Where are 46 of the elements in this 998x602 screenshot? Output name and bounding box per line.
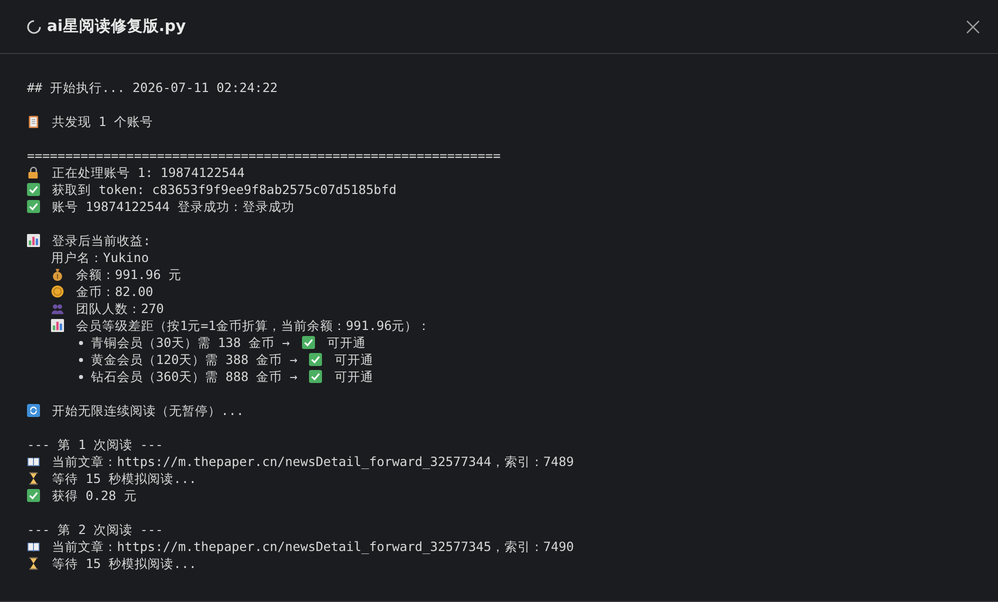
log-text: 会员等级差距（按1元=1金币折算，当前余额：991.96元）： <box>76 317 431 334</box>
padlock-icon <box>27 166 40 179</box>
log-text: ============================================================== <box>27 147 501 164</box>
hourglass-icon <box>27 557 40 570</box>
log-text: 金币：82.00 <box>76 283 154 300</box>
close-icon <box>966 20 980 34</box>
log-text: 登录后当前收益: <box>52 232 151 249</box>
log-text: 青铜会员（30天）需 138 金币 → <box>91 334 290 351</box>
check-icon <box>27 183 40 196</box>
hourglass-icon <box>27 472 40 485</box>
log-text: 当前文章：https://m.thepaper.cn/newsDetail_forward_32577344，索引：7489 <box>52 453 574 470</box>
bullet-dot <box>79 374 83 378</box>
log-text: 可开通 <box>334 368 374 385</box>
coin-icon <box>51 285 64 298</box>
log-text: 团队人数：270 <box>76 300 164 317</box>
log-text: 等待 15 秒模拟阅读... <box>52 555 196 572</box>
log-text: --- 第 2 次阅读 --- <box>27 521 164 538</box>
log-text: 开始无限连续阅读（无暂停）... <box>52 402 244 419</box>
log-text: 用户名：Yukino <box>51 249 149 266</box>
money-bag-icon <box>51 268 64 281</box>
log-text: 黄金会员（120天）需 388 金币 → <box>91 351 298 368</box>
bar-chart-icon <box>51 319 64 332</box>
log-text: 可开通 <box>334 351 374 368</box>
bullet-dot <box>79 358 83 362</box>
check-icon <box>27 200 40 213</box>
log-text: ## 开始执行... 2026-07-11 02:24:22 <box>27 79 278 96</box>
window-title: ai星阅读修复版.py <box>47 16 187 37</box>
book-icon <box>27 455 40 468</box>
log-text: 等待 15 秒模拟阅读... <box>52 470 196 487</box>
log-text: 共发现 1 个账号 <box>52 113 153 130</box>
check-icon <box>27 489 40 502</box>
log-text: 获得 0.28 元 <box>52 487 137 504</box>
log-text: 正在处理账号 1: 19874122544 <box>52 164 245 181</box>
bullet-dot <box>79 340 83 344</box>
log-text: 余额：991.96 元 <box>76 266 182 283</box>
log-text: 可开通 <box>326 334 366 351</box>
log-text: 账号 19874122544 登录成功：登录成功 <box>52 198 294 215</box>
log-text: --- 第 1 次阅读 --- <box>27 436 164 453</box>
refresh-icon <box>27 404 40 417</box>
log-text: 钻石会员（360天）需 888 金币 → <box>91 368 298 385</box>
people-icon <box>51 302 64 315</box>
bar-chart-icon <box>27 234 40 247</box>
book-icon <box>27 540 40 553</box>
log-text: 当前文章：https://m.thepaper.cn/newsDetail_forward_32577345，索引：7490 <box>52 538 574 555</box>
clipboard-icon <box>27 115 40 128</box>
log-text: 获取到 token: c83653f9f9ee9f8ab2575c07d5185bfd <box>52 181 397 198</box>
